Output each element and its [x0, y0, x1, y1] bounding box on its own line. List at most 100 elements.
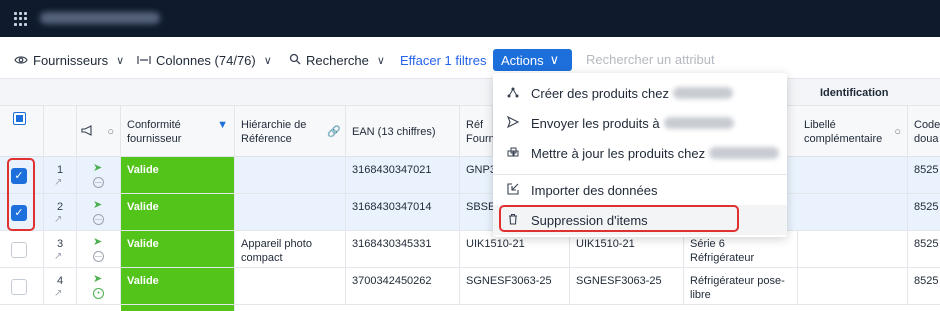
- row-number: 2: [57, 201, 64, 213]
- libelle-cell: [798, 268, 908, 304]
- filter-icon[interactable]: ▼: [217, 118, 228, 132]
- send-icon[interactable]: ➤: [93, 235, 102, 248]
- send-icon[interactable]: ➤: [93, 272, 102, 285]
- status-icon: —: [93, 251, 104, 262]
- network-icon: [507, 86, 519, 101]
- sync-icon: [507, 146, 519, 161]
- send-icon[interactable]: ➤: [93, 161, 102, 174]
- row-checkbox[interactable]: [11, 279, 27, 295]
- header-code-label: Code doua: [914, 119, 940, 145]
- menu-item-label: Importer des données: [531, 182, 658, 198]
- eye-icon: [14, 53, 28, 68]
- conformite-cell: Valide: [121, 268, 235, 304]
- menu-item-import[interactable]: Importer des données: [493, 175, 787, 205]
- code-cell: 8525: [914, 275, 939, 287]
- select-all-checkbox[interactable]: [13, 112, 26, 125]
- menu-item-label: Envoyer les produits à: [531, 115, 660, 131]
- row-number: 1: [57, 164, 64, 176]
- delete-highlight: [499, 205, 739, 232]
- code-cell: 8525: [914, 164, 939, 176]
- import-icon: [507, 182, 519, 198]
- header-libelle-label: Libellé complémentaire: [804, 119, 883, 145]
- table-row: [0, 305, 940, 311]
- libelle-cell: [798, 157, 908, 193]
- ref2-cell: SGNESF3063-25: [570, 268, 684, 304]
- row-number: 4: [57, 275, 64, 287]
- conformite-cell: Valide: [121, 194, 235, 230]
- megaphone-icon: [81, 125, 94, 140]
- conformite-cell: Valide: [121, 157, 235, 193]
- top-bar: [0, 0, 940, 37]
- group-identification: Identification: [820, 87, 889, 99]
- colonnes-dropdown[interactable]: Colonnes (74/76) ∨: [137, 52, 272, 68]
- table-row[interactable]: 4 ↗ ➤ • Valide 3700342450262 SGNESF3063-…: [0, 268, 940, 305]
- header-ean-label: EAN (13 chiffres): [352, 126, 436, 138]
- columns-icon: [137, 53, 151, 68]
- selection-highlight: [7, 158, 35, 231]
- menu-item-send[interactable]: Envoyer les produits à: [493, 108, 787, 138]
- chevron-down-icon: ∨: [263, 54, 272, 67]
- send-icon[interactable]: ➤: [93, 198, 102, 211]
- column-header-row: ○ Conformité fournisseur ▼ Hiérarchie de…: [0, 106, 940, 157]
- recherche-label: Recherche: [306, 52, 369, 68]
- fournisseurs-label: Fournisseurs: [33, 52, 109, 68]
- row-checkbox[interactable]: [11, 242, 27, 258]
- ref-cell: SGNESF3063-25: [460, 268, 570, 304]
- hierarchie-cell: [235, 268, 346, 304]
- column-menu-icon[interactable]: ○: [107, 125, 114, 139]
- edit-icon[interactable]: ↗: [54, 214, 62, 225]
- header-rownum-cell: [44, 106, 77, 157]
- header-ean[interactable]: EAN (13 chiffres): [346, 106, 460, 157]
- ean-cell: 3168430347021: [346, 157, 460, 193]
- edit-icon[interactable]: ↗: [54, 177, 62, 188]
- menu-item-label: Créer des produits chez: [531, 85, 670, 101]
- code-cell: 8525: [914, 201, 939, 213]
- status-icon: •: [93, 288, 104, 299]
- chevron-down-icon: ∨: [116, 54, 125, 67]
- attribute-search-input[interactable]: Rechercher un attribut: [586, 52, 715, 67]
- recherche-dropdown[interactable]: Recherche ∨: [289, 52, 385, 68]
- menu-item-label: Mettre à jour les produits chez: [531, 145, 706, 161]
- blurred-text: [663, 117, 734, 129]
- app-title-blurred: [40, 12, 160, 24]
- status-icon: —: [93, 177, 104, 188]
- hierarchie-cell: [235, 194, 346, 230]
- clear-filters-link[interactable]: Effacer 1 filtres: [400, 52, 486, 68]
- code-cell: 8525: [914, 238, 939, 250]
- table-row[interactable]: 2 ↗ ➤ — Valide 3168430347014 SBSEF 8525 …: [0, 194, 940, 231]
- conformite-cell: Valide: [121, 231, 235, 267]
- hierarchie-cell: [235, 157, 346, 193]
- ean-cell: 3700342450262: [346, 268, 460, 304]
- actions-button[interactable]: Actions ∨: [493, 49, 572, 71]
- conformite-cell: [121, 305, 235, 311]
- column-menu-icon[interactable]: ○: [894, 125, 901, 139]
- row-number: 3: [57, 238, 64, 250]
- actions-label: Actions: [501, 52, 544, 68]
- table-row[interactable]: 3 ↗ ➤ — Valide Appareil photo compact 31…: [0, 231, 940, 268]
- blurred-text: [673, 87, 734, 99]
- description-cell: Réfrigérateur pose-libre: [684, 268, 798, 304]
- header-hierarchie[interactable]: Hiérarchie de Référence 🔗: [235, 106, 346, 157]
- header-libelle[interactable]: Libellé complémentaire ○: [798, 106, 908, 157]
- toolbar: Fournisseurs ∨ Colonnes (74/76) ∨ Recher…: [0, 37, 940, 79]
- menu-item-create[interactable]: Créer des produits chez: [493, 78, 787, 108]
- app-grid-icon[interactable]: [14, 12, 28, 26]
- header-hierarchie-label: Hiérarchie de Référence: [241, 119, 307, 145]
- libelle-cell: [798, 231, 908, 267]
- chevron-down-icon: ∨: [376, 54, 385, 67]
- header-ref[interactable]: Réf Fourn: [460, 106, 495, 157]
- search-icon: [289, 53, 301, 68]
- chevron-down-icon: ∨: [549, 52, 560, 67]
- header-conformite-label: Conformité fournisseur: [127, 119, 182, 145]
- colonnes-label: Colonnes (74/76): [156, 52, 256, 68]
- header-code[interactable]: Code doua: [908, 106, 940, 157]
- blurred-text: [709, 147, 780, 159]
- edit-icon[interactable]: ↗: [54, 251, 62, 262]
- fournisseurs-dropdown[interactable]: Fournisseurs ∨: [14, 52, 124, 68]
- table-row[interactable]: 1 ↗ ➤ — Valide 3168430347021 GNP3 8525 ✓: [0, 157, 940, 194]
- ean-cell: 3168430345331: [346, 231, 460, 267]
- header-conformite[interactable]: Conformité fournisseur ▼: [121, 106, 235, 157]
- header-ref-label: Réf Fourn: [466, 119, 495, 145]
- edit-icon[interactable]: ↗: [54, 288, 62, 299]
- menu-item-update[interactable]: Mettre à jour les produits chez: [493, 138, 787, 168]
